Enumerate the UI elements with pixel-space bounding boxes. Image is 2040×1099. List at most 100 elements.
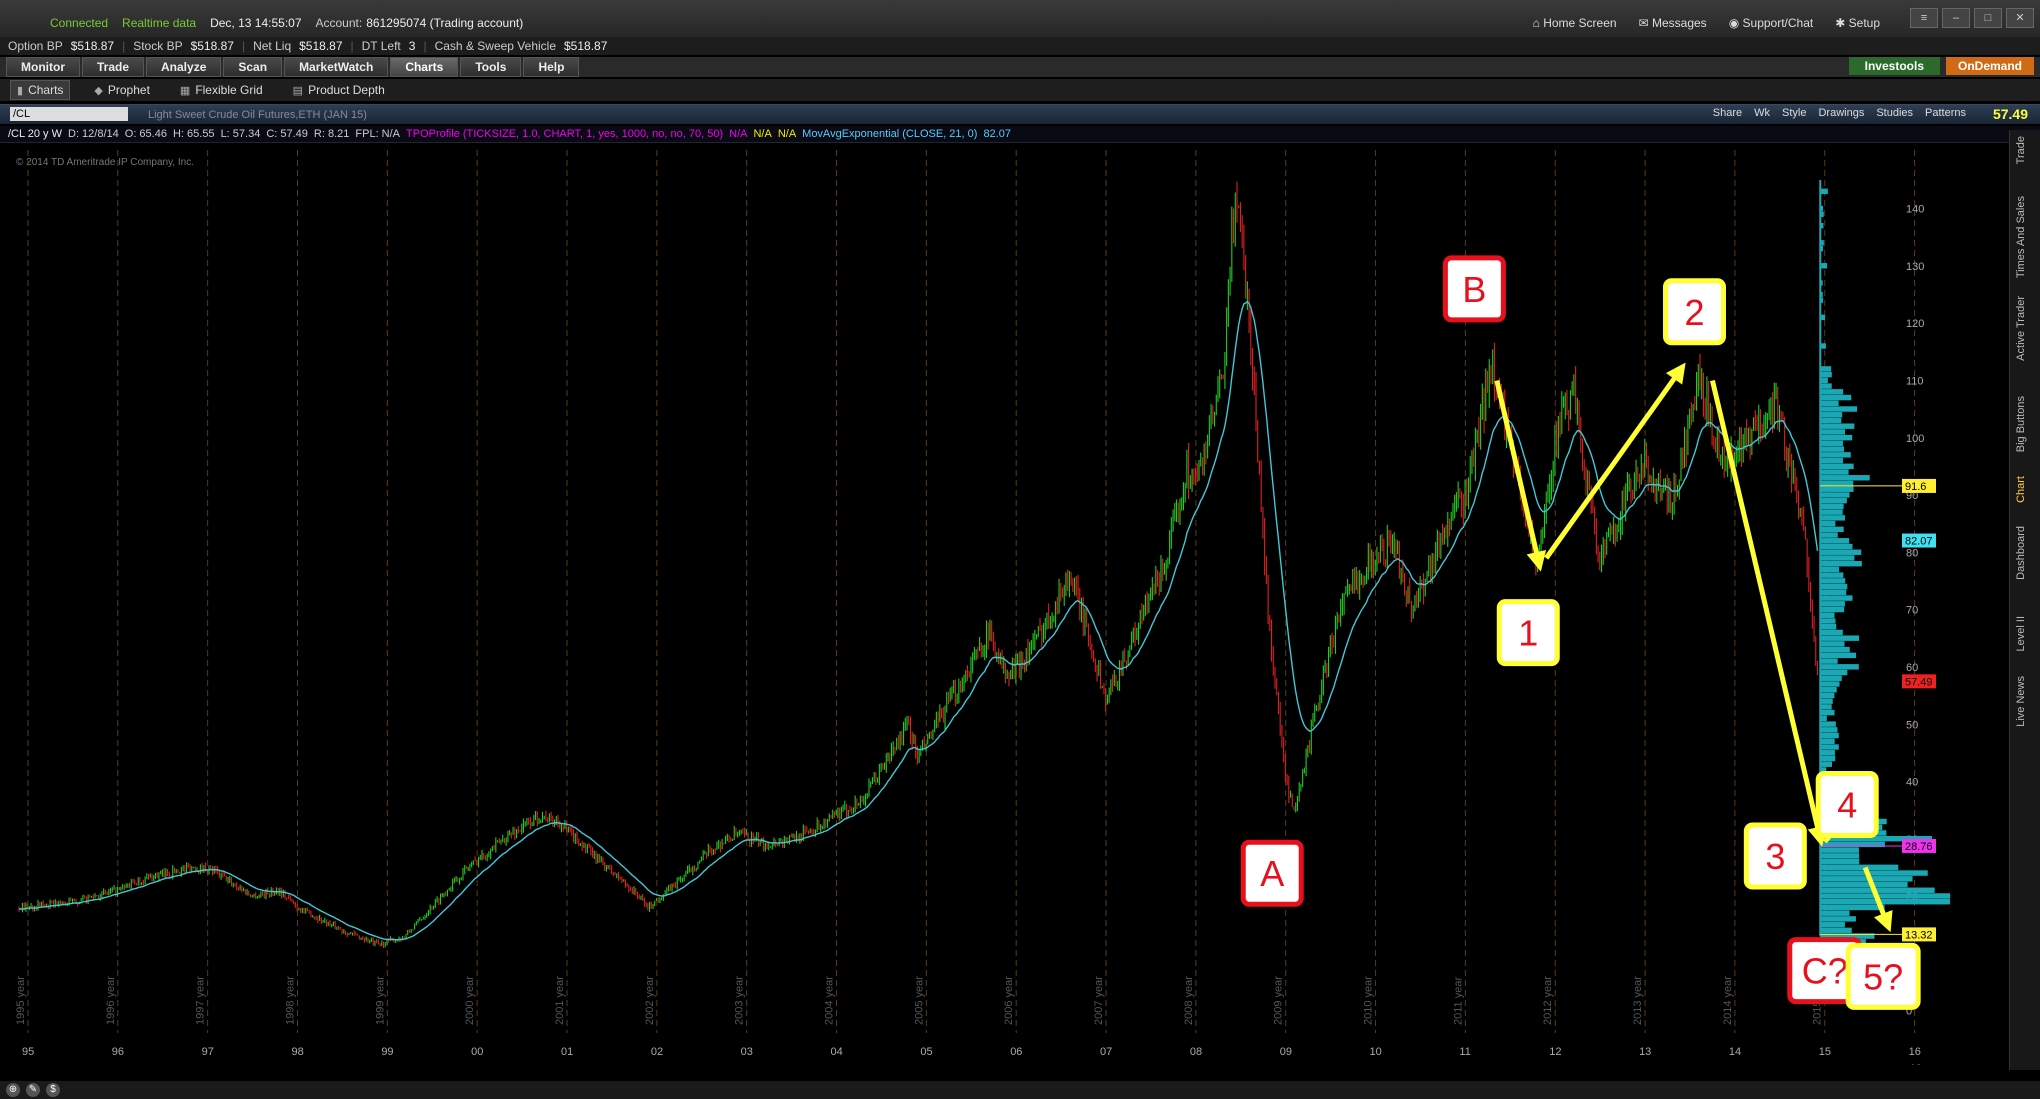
side-tab-level-ii[interactable]: Level II: [2015, 616, 2027, 651]
tpo-bar: [1820, 864, 1899, 871]
dollar-icon[interactable]: $: [46, 1083, 60, 1097]
tab-marketwatch[interactable]: MarketWatch: [284, 57, 389, 77]
minimize-icon[interactable]: –: [1942, 8, 1970, 28]
chart-tools: Share Wk Style Drawings Studies Patterns: [1713, 107, 1966, 119]
home-screen-button[interactable]: ⌂ Home Screen: [1533, 16, 1617, 30]
tab-help[interactable]: Help: [523, 57, 580, 77]
side-tab-chart[interactable]: Chart: [2015, 476, 2027, 503]
wave-label: C?: [1802, 951, 1848, 992]
tpo-bar: [1820, 538, 1850, 544]
symbol-input[interactable]: /CL: [10, 107, 128, 121]
chart-tool-wk[interactable]: Wk: [1754, 107, 1770, 119]
tpo-bar: [1820, 704, 1832, 710]
tab-monitor[interactable]: Monitor: [6, 57, 80, 77]
tpo-bar: [1820, 555, 1855, 561]
year-label-vertical: 2008 year: [1183, 976, 1195, 1025]
year-label-vertical: 2002 year: [644, 976, 656, 1025]
bar-close: C: 57.49: [266, 128, 308, 140]
tpo-na-3: N/A: [777, 128, 797, 140]
year-label-vertical: 2010 year: [1363, 976, 1375, 1025]
zoom-icon[interactable]: ⊕: [6, 1083, 20, 1097]
tpo-bar: [1820, 406, 1858, 412]
home-icon: ⌂: [1532, 16, 1540, 30]
side-tab-trade[interactable]: Trade: [2015, 136, 2027, 164]
tpo-bar: [1820, 664, 1859, 670]
chart-svg[interactable]: © 2014 TD Ameritrade IP Company, Inc.199…: [6, 145, 1968, 1075]
side-tab-times-and-sales[interactable]: Times And Sales: [2015, 196, 2027, 278]
messages-button[interactable]: ✉ Messages: [1639, 16, 1707, 30]
tpo-bar: [1820, 629, 1843, 636]
tpo-bar: [1820, 732, 1839, 739]
tpo-bar: [1820, 761, 1833, 767]
tpo-bar: [1820, 624, 1837, 630]
tab-scan[interactable]: Scan: [223, 57, 283, 77]
tpo-bar: [1820, 520, 1836, 527]
price-label: 82.07: [1905, 536, 1933, 548]
close-icon[interactable]: ✕: [2006, 8, 2034, 28]
chart-tool-share[interactable]: Share: [1713, 107, 1742, 119]
ema-study[interactable]: MovAvgExponential (CLOSE, 21, 0): [802, 128, 977, 140]
side-tab-live-news[interactable]: Live News: [2015, 676, 2027, 727]
x-tick-label: 04: [831, 1046, 843, 1058]
tpo-bar: [1820, 612, 1835, 618]
subtab-charts[interactable]: ▮ Charts: [10, 80, 71, 100]
bp-label: Stock BP: [133, 39, 183, 53]
tab-analyze[interactable]: Analyze: [146, 57, 222, 77]
window-menu-icon[interactable]: ≡: [1910, 8, 1938, 28]
account-label: Account:: [315, 16, 363, 30]
wave-label: 5?: [1863, 956, 1903, 997]
subtab-prophet[interactable]: ◆ Prophet: [88, 81, 156, 99]
drawing-icon[interactable]: ✎: [26, 1083, 40, 1097]
y-tick-label: 70: [1906, 605, 1918, 617]
tab-charts[interactable]: Charts: [390, 57, 459, 77]
bp-label: Net Liq: [253, 39, 292, 53]
bar-date: D: 12/8/14: [68, 128, 119, 140]
chart-tool-patterns[interactable]: Patterns: [1925, 107, 1966, 119]
tpo-bar: [1820, 515, 1845, 521]
year-label-vertical: 1997 year: [195, 976, 207, 1025]
tpo-bar: [1820, 601, 1845, 607]
tpo-bar: [1820, 727, 1838, 733]
maximize-icon[interactable]: □: [1974, 8, 2002, 28]
wave-label: 4: [1837, 784, 1857, 825]
investools-button[interactable]: Investools: [1848, 57, 1940, 75]
last-price: 57.49: [1992, 106, 2028, 122]
tpo-bar: [1820, 509, 1843, 515]
tab-trade[interactable]: Trade: [82, 57, 145, 77]
side-tab-dashboard[interactable]: Dashboard: [2015, 526, 2027, 580]
tpo-study[interactable]: TPOProfile (TICKSIZE, 1.0, CHART, 1, yes…: [406, 128, 723, 140]
account-value[interactable]: 861295074 (Trading account): [366, 16, 523, 30]
subtab-flexible-grid[interactable]: ▦ Flexible Grid: [174, 81, 269, 99]
realtime-status: Realtime data: [122, 16, 197, 30]
side-tab-active-trader[interactable]: Active Trader: [2015, 296, 2027, 361]
chart-symbol-period[interactable]: /CL 20 y W: [8, 128, 62, 140]
price-chart[interactable]: © 2014 TD Ameritrade IP Company, Inc. 199…: [6, 145, 1968, 1075]
support-chat-button[interactable]: ◉ Support/Chat: [1729, 16, 1814, 30]
subtab-product-depth[interactable]: ▤ Product Depth: [287, 81, 391, 99]
tpo-bar: [1820, 744, 1839, 750]
symbol-description: Light Sweet Crude Oil Futures,ETH (JAN 1…: [148, 109, 367, 121]
price-label: 91.6: [1905, 481, 1926, 493]
x-tick-label: 15: [1819, 1046, 1831, 1058]
chart-tool-drawings[interactable]: Drawings: [1818, 107, 1864, 119]
chart-tool-studies[interactable]: Studies: [1876, 107, 1913, 119]
tpo-bar: [1820, 503, 1844, 510]
side-panel-tabs: Trade Times And Sales Active Trader Big But…: [2009, 130, 2040, 1070]
year-label-vertical: 2005 year: [913, 976, 925, 1025]
x-tick-label: 07: [1100, 1046, 1112, 1058]
ema-value: 82.07: [983, 128, 1011, 140]
tab-tools[interactable]: Tools: [460, 57, 522, 77]
year-label-vertical: 1996 year: [105, 976, 117, 1025]
year-label-vertical: 2006 year: [1003, 976, 1015, 1025]
setup-button[interactable]: ✱ Setup: [1835, 16, 1880, 30]
side-tab-big-buttons[interactable]: Big Buttons: [2015, 396, 2027, 452]
gear-icon: ✱: [1835, 16, 1846, 30]
x-tick-label: 05: [920, 1046, 932, 1058]
chart-tool-style[interactable]: Style: [1782, 107, 1806, 119]
tpo-bar: [1820, 687, 1837, 693]
x-tick-label: 03: [741, 1046, 753, 1058]
ondemand-button[interactable]: OnDemand: [1945, 57, 2034, 75]
tpo-bar: [1820, 692, 1835, 699]
tpo-bar: [1820, 858, 1860, 865]
main-tabs: Monitor Trade Analyze Scan MarketWatch Charts…: [0, 57, 2040, 77]
